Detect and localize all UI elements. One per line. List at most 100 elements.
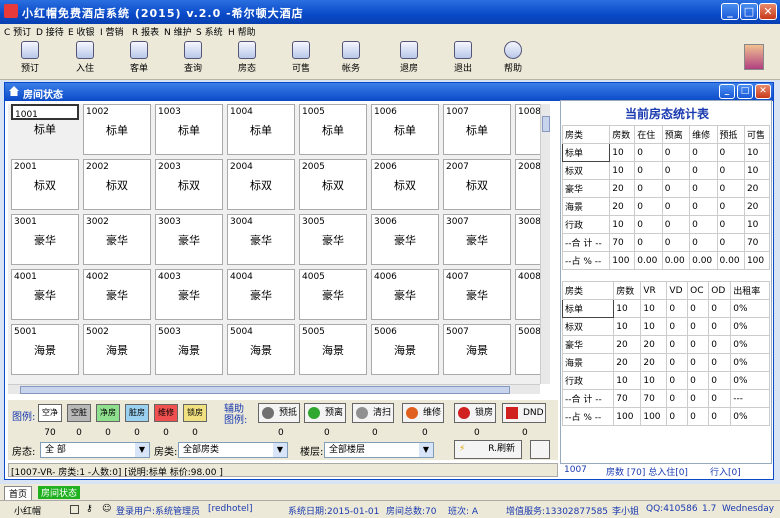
room-status-button[interactable]: 房态 <box>227 40 267 78</box>
stats-row[interactable]: --占 % -- 100 100 0 0 0 0% <box>561 407 770 426</box>
inner-maximize-button[interactable]: □ <box>737 84 753 99</box>
checkin-button[interactable]: 入住 <box>65 40 105 78</box>
room-cell[interactable]: 5006 海景 <box>371 324 439 375</box>
room-cell[interactable]: 3004 豪华 <box>227 214 295 265</box>
room-cell[interactable]: 5003 海景 <box>155 324 223 375</box>
vertical-scroll-thumb[interactable] <box>542 116 550 132</box>
room-cell[interactable]: 1007 标单 <box>443 104 511 155</box>
room-cell[interactable]: 5007 海景 <box>443 324 511 375</box>
stats-row[interactable]: 行政 10 10 0 0 0 0% <box>561 371 770 390</box>
room-cell[interactable]: 5001 海景 <box>11 324 79 375</box>
state-filter-select[interactable]: 全 部 ▼ <box>40 442 150 458</box>
tab-room-status[interactable]: 房间状态 <box>38 486 81 499</box>
menu-cashier[interactable]: E 收银 <box>68 25 95 38</box>
help-button[interactable]: 帮助 <box>493 40 533 78</box>
room-cell[interactable]: 5004 海景 <box>227 324 295 375</box>
room-number: 3006 <box>374 217 397 227</box>
query-button[interactable]: 查询 <box>173 40 213 78</box>
lightning-icon: ⚡ <box>459 444 466 454</box>
menu-reports[interactable]: R 报表 <box>132 25 159 38</box>
close-button[interactable]: ✕ <box>759 3 777 20</box>
user-avatar[interactable] <box>744 44 764 70</box>
room-cell[interactable]: 1003 标单 <box>155 104 223 155</box>
stats-cell: 0 <box>687 389 710 408</box>
room-cell[interactable]: 2004 标双 <box>227 159 295 210</box>
room-cell[interactable]: 3001 豪华 <box>11 214 79 265</box>
room-cell[interactable]: 4001 豪华 <box>11 269 79 320</box>
stats-cell: 0 <box>689 179 718 198</box>
stats-cell: 0 <box>708 371 732 390</box>
menu-help[interactable]: H 帮助 <box>228 25 256 38</box>
minimize-button[interactable]: _ <box>721 3 739 20</box>
guest-bill-button[interactable]: 客单 <box>119 40 159 78</box>
aux-legend-icon <box>406 407 418 419</box>
stats-row[interactable]: 行政 10 0 0 0 0 10 <box>561 215 771 234</box>
stats-row[interactable]: 标单 10 0 0 0 0 10 <box>561 143 771 162</box>
stats-row[interactable]: 豪华 20 0 0 0 0 20 <box>561 179 771 198</box>
stats-row[interactable]: --合 计 -- 70 70 0 0 0 --- <box>561 389 770 408</box>
print-button[interactable] <box>530 440 550 459</box>
room-cell[interactable]: 2006 标双 <box>371 159 439 210</box>
menu-maintain[interactable]: N 维护 <box>164 25 192 38</box>
room-cell[interactable]: 1002 标单 <box>83 104 151 155</box>
maximize-button[interactable]: □ <box>740 3 758 20</box>
reserve-button[interactable]: 预订 <box>10 40 50 78</box>
room-cell[interactable]: 1005 标单 <box>299 104 367 155</box>
room-cell[interactable]: 4007 豪华 <box>443 269 511 320</box>
stats-row[interactable]: 标双 10 0 0 0 0 10 <box>561 161 771 180</box>
menu-reserve[interactable]: C 预订 <box>4 25 31 38</box>
room-cell[interactable]: 3006 豪华 <box>371 214 439 265</box>
room-cell[interactable]: 2005 标双 <box>299 159 367 210</box>
room-cell[interactable]: 5002 海景 <box>83 324 151 375</box>
stats-cell: 0 <box>708 335 732 354</box>
stats-row[interactable]: --占 % -- 100 0.00 0.00 0.00 0.00 100 <box>561 251 771 270</box>
room-cell[interactable]: 4003 豪华 <box>155 269 223 320</box>
tab-home[interactable]: 首页 <box>4 486 33 501</box>
inner-minimize-button[interactable]: _ <box>719 84 735 99</box>
inner-close-button[interactable]: ✕ <box>755 84 771 99</box>
room-cell[interactable]: 4002 豪华 <box>83 269 151 320</box>
stats-header-cell: OC <box>687 281 710 300</box>
accounts-button[interactable]: 帐务 <box>331 40 371 78</box>
stats-row[interactable]: 海景 20 0 0 0 0 20 <box>561 197 771 216</box>
menu-checkin[interactable]: D 接待 <box>36 25 64 38</box>
legend-count: 70 <box>44 428 56 438</box>
room-cell[interactable]: 5005 海景 <box>299 324 367 375</box>
stats-cell: 0 <box>634 179 663 198</box>
stats-cell: 20 <box>613 353 642 372</box>
horizontal-scroll-thumb[interactable] <box>20 386 510 394</box>
room-cell[interactable]: 2003 标双 <box>155 159 223 210</box>
room-cell[interactable]: 1001 标单 <box>11 104 79 136</box>
stats-cell: 0 <box>666 335 689 354</box>
stats-row[interactable]: 标双 10 10 0 0 0 0% <box>561 317 770 336</box>
stats-table-availability: 房类 房数 在住 预离 维修 预抵 可售 标单 10 0 0 0 0 10 标双 10 0 0 0 0 10 豪华 20 0 0… <box>561 125 771 270</box>
room-cell[interactable]: 2002 标双 <box>83 159 151 210</box>
stats-row[interactable]: 海景 20 20 0 0 0 0% <box>561 353 770 372</box>
stats-row[interactable]: --合 计 -- 70 0 0 0 0 70 <box>561 233 771 252</box>
room-cell[interactable]: 2001 标双 <box>11 159 79 210</box>
room-cell[interactable]: 3002 豪华 <box>83 214 151 265</box>
floor-filter-select[interactable]: 全部楼层 ▼ <box>324 442 434 458</box>
menu-marketing[interactable]: I 营销 <box>100 25 124 38</box>
room-number: 4001 <box>14 272 37 282</box>
room-cell[interactable]: 2007 标双 <box>443 159 511 210</box>
room-cell[interactable]: 1004 标单 <box>227 104 295 155</box>
menu-system[interactable]: S 系统 <box>196 25 223 38</box>
stats-cell: 0 <box>716 197 745 216</box>
room-cell[interactable]: 4006 豪华 <box>371 269 439 320</box>
checkout-button[interactable]: 退房 <box>389 40 429 78</box>
type-filter-select[interactable]: 全部房类 ▼ <box>178 442 288 458</box>
room-cell[interactable]: 3005 豪华 <box>299 214 367 265</box>
refresh-button[interactable]: ⚡ R.刷新 <box>454 440 522 459</box>
room-cell[interactable]: 3007 豪华 <box>443 214 511 265</box>
room-grid-horizontal-scrollbar[interactable] <box>8 384 540 394</box>
stats-row[interactable]: 豪华 20 20 0 0 0 0% <box>561 335 770 354</box>
room-cell[interactable]: 1006 标单 <box>371 104 439 155</box>
room-cell[interactable]: 3003 豪华 <box>155 214 223 265</box>
room-cell[interactable]: 4004 豪华 <box>227 269 295 320</box>
room-cell[interactable]: 4005 豪华 <box>299 269 367 320</box>
room-grid-vertical-scrollbar[interactable] <box>540 104 550 384</box>
available-button[interactable]: 可售 <box>281 40 321 78</box>
exit-button[interactable]: 退出 <box>443 40 483 78</box>
stats-row[interactable]: 标单 10 10 0 0 0 0% <box>561 299 770 318</box>
